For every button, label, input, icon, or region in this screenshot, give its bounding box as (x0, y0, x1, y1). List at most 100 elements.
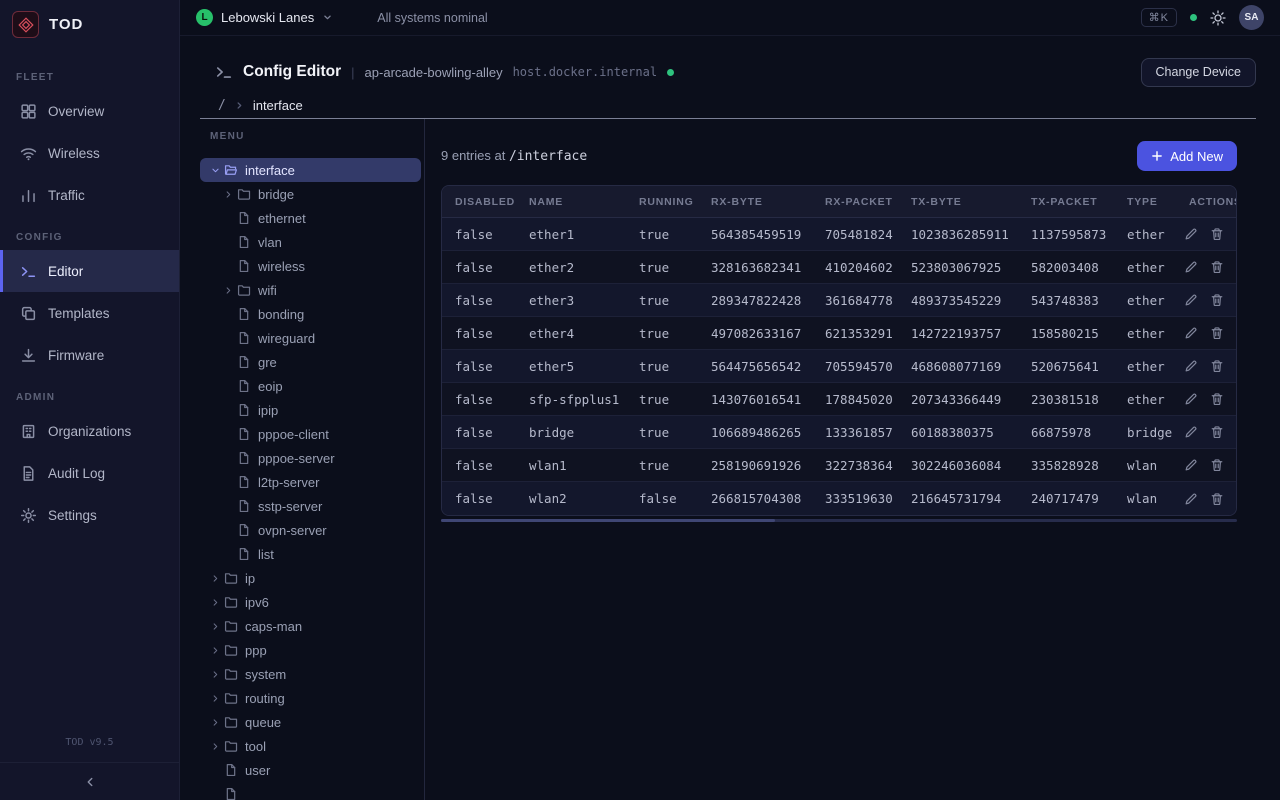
theme-toggle-button[interactable] (1210, 10, 1226, 26)
horizontal-scrollbar[interactable] (441, 519, 1237, 522)
edit-button[interactable] (1184, 359, 1198, 373)
tree-item-ovpn-server[interactable]: ovpn-server (200, 518, 421, 542)
chevron-right-icon[interactable] (208, 645, 223, 656)
delete-button[interactable] (1210, 293, 1224, 307)
delete-button[interactable] (1210, 260, 1224, 274)
sidebar-item-settings[interactable]: Settings (0, 494, 179, 536)
cell-rx-byte: 328163682341 (698, 260, 812, 275)
cell-rx-byte: 564385459519 (698, 227, 812, 242)
table-row[interactable]: falsebridgetrue1066894862651333618576018… (442, 416, 1236, 449)
table-row[interactable]: falseether5true5644756565427055945704686… (442, 350, 1236, 383)
table-row[interactable]: falseether2true3281636823414102046025238… (442, 251, 1236, 284)
horizontal-scrollbar-thumb[interactable] (441, 519, 775, 522)
table-row[interactable]: falsewlan2false2668157043083335196302166… (442, 482, 1236, 515)
change-device-button[interactable]: Change Device (1141, 58, 1256, 87)
pencil-icon (1184, 458, 1198, 472)
org-switcher[interactable]: L Lebowski Lanes (196, 9, 333, 26)
sidebar-item-templates[interactable]: Templates (0, 292, 179, 334)
cell-type: ether (1114, 293, 1176, 308)
delete-button[interactable] (1210, 425, 1224, 439)
tree-item-ipv6[interactable]: ipv6 (200, 590, 421, 614)
chevron-down-icon[interactable] (208, 165, 223, 176)
chevron-right-icon[interactable] (208, 741, 223, 752)
cell-disabled: false (442, 425, 516, 440)
sidebar-item-traffic[interactable]: Traffic (0, 174, 179, 216)
delete-button[interactable] (1210, 326, 1224, 340)
tree-item-ethernet[interactable]: ethernet (200, 206, 421, 230)
tree-item-bonding[interactable]: bonding (200, 302, 421, 326)
folder-icon (224, 715, 239, 729)
table-row[interactable]: falseether1true5643854595197054818241023… (442, 218, 1236, 251)
edit-button[interactable] (1184, 326, 1198, 340)
delete-button[interactable] (1210, 392, 1224, 406)
cell-rx-packet: 178845020 (812, 392, 898, 407)
add-new-button[interactable]: Add New (1137, 141, 1237, 171)
delete-button[interactable] (1210, 492, 1224, 506)
tree-item-routing[interactable]: routing (200, 686, 421, 710)
tree-item-sstp-server[interactable]: sstp-server (200, 494, 421, 518)
edit-button[interactable] (1184, 392, 1198, 406)
tree-item-ip[interactable]: ip (200, 566, 421, 590)
cell-tx-packet: 66875978 (1018, 425, 1114, 440)
edit-button[interactable] (1184, 260, 1198, 274)
table-row[interactable]: falseether3true2893478224283616847784893… (442, 284, 1236, 317)
config-tree: interfacebridgeethernetvlan wireless wifib… (200, 152, 424, 800)
user-avatar[interactable]: SA (1239, 5, 1264, 30)
sidebar-item-firmware[interactable]: Firmware (0, 334, 179, 376)
topbar-right: ⌘K SA (1141, 5, 1264, 30)
sidebar-item-overview[interactable]: Overview (0, 90, 179, 132)
tree-item-item[interactable] (200, 782, 421, 800)
tree-item-label: wireless (258, 259, 305, 274)
table-row[interactable]: falsesfp-sfpplus1true1430760165411788450… (442, 383, 1236, 416)
tree-item-system[interactable]: system (200, 662, 421, 686)
tree-item-queue[interactable]: queue (200, 710, 421, 734)
tree-item-pppoe-client[interactable]: pppoe-client (200, 422, 421, 446)
tree-item-wireguard[interactable]: wireguard (200, 326, 421, 350)
sidebar-collapse-button[interactable] (0, 762, 179, 800)
edit-button[interactable] (1184, 458, 1198, 472)
edit-button[interactable] (1184, 425, 1198, 439)
breadcrumb-root[interactable]: / (218, 98, 226, 113)
tree-item-ppp[interactable]: ppp (200, 638, 421, 662)
tree-item-tool[interactable]: tool (200, 734, 421, 758)
tree-item-wifi[interactable]: wifi (200, 278, 421, 302)
chevron-right-icon[interactable] (208, 717, 223, 728)
edit-button[interactable] (1184, 227, 1198, 241)
tree-item-list[interactable]: list (200, 542, 421, 566)
delete-button[interactable] (1210, 359, 1224, 373)
tree-item-pppoe-server[interactable]: pppoe-server (200, 446, 421, 470)
sidebar-item-organizations[interactable]: Organizations (0, 410, 179, 452)
delete-button[interactable] (1210, 458, 1224, 472)
cell-type: ether (1114, 392, 1176, 407)
table-row[interactable]: falsewlan1true25819069192632273836430224… (442, 449, 1236, 482)
tree-item-ipip[interactable]: ipip (200, 398, 421, 422)
tree-item-user[interactable]: user (200, 758, 421, 782)
chevron-right-icon[interactable] (208, 597, 223, 608)
tree-item-interface[interactable]: interface (200, 158, 421, 182)
chevron-right-icon[interactable] (208, 669, 223, 680)
cell-tx-byte: 523803067925 (898, 260, 1018, 275)
sidebar-item-wireless[interactable]: Wireless (0, 132, 179, 174)
file-icon (237, 523, 252, 537)
edit-button[interactable] (1184, 492, 1198, 506)
sidebar-item-audit-log[interactable]: Audit Log (0, 452, 179, 494)
tree-item-vlan[interactable]: vlan (200, 230, 421, 254)
command-palette-shortcut[interactable]: ⌘K (1141, 8, 1177, 27)
chevron-right-icon[interactable] (221, 285, 236, 296)
chevron-right-icon[interactable] (208, 573, 223, 584)
delete-button[interactable] (1210, 227, 1224, 241)
chevron-right-icon[interactable] (208, 621, 223, 632)
sidebar-item-label: Editor (48, 264, 83, 279)
tree-item-l2tp-server[interactable]: l2tp-server (200, 470, 421, 494)
table-row[interactable]: falseether4true4970826331676213532911427… (442, 317, 1236, 350)
chevron-right-icon[interactable] (208, 693, 223, 704)
tree-item-wireless[interactable]: wireless (200, 254, 421, 278)
chevron-right-icon[interactable] (221, 189, 236, 200)
tree-item-eoip[interactable]: eoip (200, 374, 421, 398)
tree-item-gre[interactable]: gre (200, 350, 421, 374)
edit-button[interactable] (1184, 293, 1198, 307)
tree-item-bridge[interactable]: bridge (200, 182, 421, 206)
sidebar-item-editor[interactable]: Editor (0, 250, 179, 292)
tree-item-label: eoip (258, 379, 283, 394)
tree-item-caps-man[interactable]: caps-man (200, 614, 421, 638)
